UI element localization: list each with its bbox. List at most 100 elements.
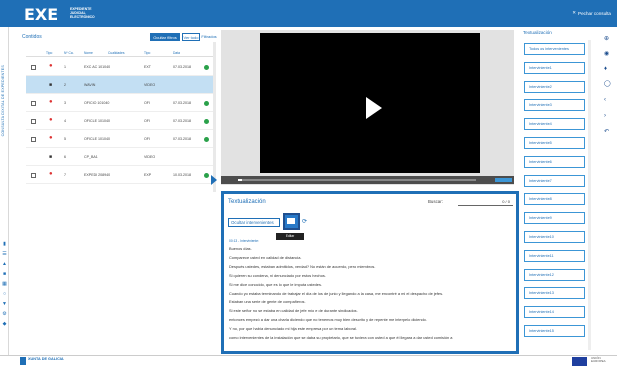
hide-filters-button[interactable]: Ocultar filtros [150,33,180,41]
exe-logo: EXE [24,5,59,24]
table-row[interactable]: ● 5 OFICLE 101040 OFI 07.03.2018 [26,130,214,148]
collapse-arrow-icon[interactable] [211,175,217,185]
search-input[interactable]: 0 / 0 [458,197,513,206]
row-number: 4 [64,119,66,123]
table-row[interactable]: ● 7 EXPEDI 208940 EXP 10.03.2018 [26,166,214,184]
all-participants-button[interactable]: Todos os intervenientes [524,43,585,55]
right-panel-scrollbar[interactable] [588,40,591,350]
transcription-timestamp[interactable]: 00:13 - Interviniente: [229,239,259,243]
close-consult-button[interactable]: ✕ Pechar consulta [572,10,611,16]
participant-button[interactable]: Interviniente6 [524,155,585,168]
settings-icon[interactable]: ⚙ [2,312,7,317]
bookmark-icon[interactable]: ▲ [2,262,7,267]
col-qualities[interactable]: Cualidades [108,51,125,55]
list-scrollbar[interactable] [213,42,216,192]
transcription-line[interactable]: Cuando yo estaba terminando de trabajar … [229,291,443,296]
sync-icon[interactable]: ⟳ [302,218,307,225]
row-name: OFICLE 101040 [84,119,110,123]
transcription-line[interactable]: Si quieren su condena, ni denunciado por… [229,273,326,278]
row-checkbox[interactable] [31,100,36,106]
table-icon[interactable]: ▦ [2,282,7,287]
participant-button[interactable]: Interviniente11 [524,249,585,262]
transcription-line[interactable]: Buenos días. [229,246,252,251]
transcription-line[interactable]: Estaban una serie de gente de compañeros… [229,299,306,304]
play-icon[interactable] [366,97,382,119]
transcription-line[interactable]: Después ustedes, estaban admitidos, verd… [229,264,375,269]
row-number: 6 [64,155,66,159]
participant-button[interactable]: Interviniente12 [524,268,585,281]
filtered-label[interactable]: Filtrados [201,33,217,41]
participant-button[interactable]: Interviniente14 [524,306,585,319]
prev-icon[interactable]: ‹ [604,97,606,103]
comment-icon[interactable]: ◯ [604,81,611,87]
participant-button[interactable]: Interviniente2 [524,80,585,93]
undo-icon[interactable]: ↶ [604,129,609,135]
video-progress[interactable] [238,179,476,181]
transcription-line[interactable]: Y no, por que había denunciado mi hija e… [229,326,357,331]
table-row[interactable]: ■ 6 CP_BA1 VIDEO [26,148,214,166]
participant-button[interactable]: Interviniente10 [524,231,585,243]
col-type[interactable]: Tipo [46,51,52,55]
col-name[interactable]: Nome [84,51,93,55]
grid-icon[interactable]: ■ [2,272,7,277]
table-row[interactable]: ● 3 OFICIO 101040 OFI 07.03.2018 [26,94,214,112]
participant-button[interactable]: Interviniente5 [524,137,585,149]
contents-title[interactable]: Contidos [22,34,42,40]
col-date[interactable]: Data [173,51,180,55]
participant-button[interactable]: Interviniente3 [524,99,585,112]
table-row[interactable]: ● 4 OFICLE 101040 OFI 07.03.2018 [26,112,214,130]
row-checkbox[interactable] [31,64,36,70]
pin-icon[interactable]: ♦ [604,66,607,72]
video-icon: ■ [49,82,53,88]
transcription-line[interactable]: Comparece usted en calidad de distancia. [229,255,301,260]
row-date: 07.03.2018 [173,119,191,123]
help-icon[interactable]: ◆ [2,322,7,327]
camera-icon[interactable]: ◉ [604,51,609,57]
row-type: EXT [144,65,151,69]
hide-participants-button[interactable]: Ocultar intervenientes [228,218,280,227]
participant-button[interactable]: Interviniente13 [524,287,585,300]
row-number: 3 [64,101,66,105]
status-icon [204,118,209,124]
list-icon[interactable]: ☰ [2,252,7,257]
col-doctype[interactable]: Tipo [144,51,150,55]
documents-icon[interactable]: ▮ [2,242,7,247]
next-icon[interactable]: › [604,113,606,119]
row-checkbox[interactable] [31,172,36,178]
transcription-line[interactable]: como intervenientes de la instalación qu… [229,335,452,340]
participant-button[interactable]: Interviniente4 [524,118,585,131]
row-type: VIDEO [144,83,156,87]
transcription-line[interactable]: entonces empezó a dar una charla diciend… [229,317,427,322]
col-number[interactable]: Nº Ca. [64,51,74,55]
participant-button[interactable]: Interviniente8 [524,193,585,206]
eu-flag [572,357,587,366]
filter-icon[interactable]: ▼ [2,302,7,307]
video-progress-fill [238,179,242,181]
row-name: WAVIN [84,83,96,87]
row-checkbox[interactable] [31,118,36,124]
app-header: EXE EXPEDIENTE JUDICIAL ELECTRÓNICO ✕ Pe… [0,0,617,27]
table-row[interactable]: ● 1 EXC AC 101040 EXT 07.03.2018 [26,58,214,76]
share-icon[interactable]: ⊕ [604,36,609,42]
close-label: Pechar consulta [578,10,611,16]
table-header: Tipo Nº Ca. Nome Cualidades Tipo Data [26,49,214,57]
transcription-line[interactable]: Si me dice conocido, que es lo que le im… [229,282,322,287]
row-checkbox[interactable] [31,136,36,142]
attachment-icon: ● [49,117,53,123]
search-icon[interactable]: ○ [2,292,7,297]
transcription-line[interactable]: Si este señor no se estaba en calidad de… [229,308,358,313]
video-icon: ■ [49,154,53,160]
video-fullscreen-button[interactable] [495,178,512,182]
table-row[interactable]: ■ 2 WAVIN VIDEO [26,76,214,94]
row-name: EXPEDI 208940 [84,173,111,177]
see-all-button[interactable]: Ver todo [182,33,200,41]
attachment-icon: ● [49,99,53,105]
attachment-icon: ● [49,63,53,69]
status-icon [204,136,209,142]
participant-button[interactable]: Interviniente1 [524,61,585,74]
row-type: OFI [144,137,150,141]
participant-button[interactable]: Interviniente15 [524,325,585,337]
footer [0,355,617,367]
participant-button[interactable]: Interviniente7 [524,174,585,187]
participant-button[interactable]: Interviniente9 [524,212,585,225]
